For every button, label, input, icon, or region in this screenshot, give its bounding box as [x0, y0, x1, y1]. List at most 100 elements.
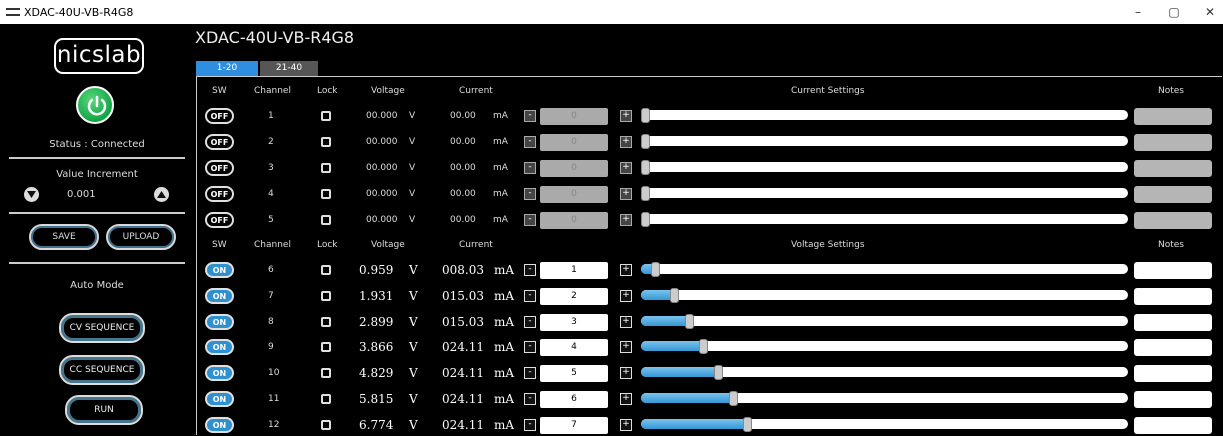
- minimize-button[interactable]: –: [1125, 0, 1151, 24]
- close-button[interactable]: ✕: [1197, 0, 1223, 24]
- lock-checkbox[interactable]: [321, 163, 331, 173]
- setting-input[interactable]: 6: [540, 391, 608, 408]
- lock-checkbox[interactable]: [321, 342, 331, 353]
- decrement-button[interactable]: -: [524, 214, 536, 226]
- decrement-button[interactable]: -: [524, 162, 536, 174]
- slider-thumb[interactable]: [684, 313, 694, 329]
- slider-thumb[interactable]: [641, 134, 650, 149]
- increment-button[interactable]: +: [620, 136, 632, 148]
- tab-1-20[interactable]: 1-20: [196, 61, 258, 76]
- channel-switch-toggle[interactable]: ON: [205, 365, 234, 382]
- setting-input[interactable]: 7: [540, 416, 608, 434]
- setting-input[interactable]: 3: [540, 313, 608, 331]
- lock-checkbox[interactable]: [321, 137, 331, 147]
- setting-input[interactable]: 0: [540, 186, 608, 203]
- increment-button[interactable]: +: [620, 264, 632, 276]
- notes-field[interactable]: [1134, 416, 1212, 434]
- run-button[interactable]: RUN: [65, 395, 143, 425]
- slider-thumb[interactable]: [641, 160, 650, 175]
- decrease-increment-button[interactable]: [24, 187, 39, 202]
- setting-slider[interactable]: [641, 110, 1128, 120]
- slider-thumb[interactable]: [714, 365, 724, 381]
- increment-button[interactable]: +: [620, 367, 632, 380]
- setting-input[interactable]: 1: [540, 262, 608, 279]
- notes-field[interactable]: [1134, 339, 1212, 357]
- decrement-button[interactable]: -: [524, 393, 536, 405]
- increment-button[interactable]: +: [620, 393, 632, 405]
- increment-button[interactable]: +: [620, 315, 632, 328]
- increment-button[interactable]: +: [620, 214, 632, 226]
- upload-button[interactable]: UPLOAD: [106, 224, 176, 250]
- channel-switch-toggle[interactable]: OFF: [205, 134, 234, 150]
- notes-field[interactable]: [1134, 186, 1212, 203]
- increase-increment-button[interactable]: [154, 187, 169, 202]
- channel-switch-toggle[interactable]: OFF: [205, 186, 234, 202]
- lock-checkbox[interactable]: [321, 111, 331, 121]
- channel-switch-toggle[interactable]: ON: [205, 391, 234, 407]
- cv-sequence-button[interactable]: CV SEQUENCE: [59, 313, 145, 343]
- slider-thumb[interactable]: [728, 391, 738, 406]
- setting-slider[interactable]: [641, 341, 1128, 352]
- setting-slider[interactable]: [641, 315, 1128, 326]
- channel-switch-toggle[interactable]: ON: [205, 287, 234, 304]
- increment-button[interactable]: +: [620, 188, 632, 200]
- maximize-button[interactable]: ▢: [1161, 0, 1187, 24]
- lock-checkbox[interactable]: [321, 419, 331, 430]
- setting-slider[interactable]: [641, 136, 1128, 146]
- lock-checkbox[interactable]: [321, 394, 331, 404]
- setting-slider[interactable]: [641, 393, 1128, 403]
- tab-21-40[interactable]: 21-40: [260, 61, 318, 76]
- decrement-button[interactable]: -: [524, 188, 536, 200]
- setting-input[interactable]: 0: [540, 108, 608, 125]
- lock-checkbox[interactable]: [321, 215, 331, 225]
- decrement-button[interactable]: -: [524, 136, 536, 148]
- notes-field[interactable]: [1134, 212, 1212, 229]
- lock-checkbox[interactable]: [321, 265, 331, 275]
- setting-input[interactable]: 5: [540, 365, 608, 383]
- channel-switch-toggle[interactable]: OFF: [205, 212, 234, 228]
- decrement-button[interactable]: -: [524, 418, 536, 431]
- setting-input[interactable]: 0: [540, 212, 608, 229]
- slider-thumb[interactable]: [670, 287, 680, 303]
- setting-input[interactable]: 0: [540, 160, 608, 177]
- decrement-button[interactable]: -: [524, 341, 536, 354]
- channel-switch-toggle[interactable]: ON: [205, 416, 234, 433]
- setting-slider[interactable]: [641, 289, 1128, 300]
- slider-thumb[interactable]: [641, 186, 650, 201]
- notes-field[interactable]: [1134, 287, 1212, 305]
- notes-field[interactable]: [1134, 108, 1212, 125]
- setting-input[interactable]: 2: [540, 287, 608, 305]
- slider-thumb[interactable]: [641, 108, 650, 123]
- setting-slider[interactable]: [641, 418, 1128, 429]
- channel-switch-toggle[interactable]: OFF: [205, 108, 234, 124]
- decrement-button[interactable]: -: [524, 110, 536, 122]
- increment-button[interactable]: +: [620, 418, 632, 431]
- setting-input[interactable]: 0: [540, 134, 608, 151]
- save-button[interactable]: SAVE: [29, 224, 99, 250]
- notes-field[interactable]: [1134, 365, 1212, 383]
- slider-thumb[interactable]: [699, 339, 709, 355]
- notes-field[interactable]: [1134, 134, 1212, 151]
- lock-checkbox[interactable]: [321, 316, 331, 327]
- decrement-button[interactable]: -: [524, 264, 536, 276]
- notes-field[interactable]: [1134, 262, 1212, 279]
- lock-checkbox[interactable]: [321, 290, 331, 301]
- setting-slider[interactable]: [641, 188, 1128, 198]
- channel-switch-toggle[interactable]: ON: [205, 313, 234, 330]
- notes-field[interactable]: [1134, 313, 1212, 331]
- channel-switch-toggle[interactable]: OFF: [205, 160, 234, 176]
- setting-slider[interactable]: [641, 214, 1128, 224]
- notes-field[interactable]: [1134, 160, 1212, 177]
- channel-switch-toggle[interactable]: ON: [205, 339, 234, 356]
- cc-sequence-button[interactable]: CC SEQUENCE: [59, 355, 145, 385]
- slider-thumb[interactable]: [743, 416, 753, 432]
- setting-slider[interactable]: [641, 264, 1128, 274]
- increment-button[interactable]: +: [620, 110, 632, 122]
- power-button[interactable]: [76, 86, 114, 124]
- decrement-button[interactable]: -: [524, 367, 536, 380]
- slider-thumb[interactable]: [650, 262, 660, 277]
- increment-button[interactable]: +: [620, 162, 632, 174]
- slider-thumb[interactable]: [641, 212, 650, 227]
- decrement-button[interactable]: -: [524, 315, 536, 328]
- lock-checkbox[interactable]: [321, 368, 331, 379]
